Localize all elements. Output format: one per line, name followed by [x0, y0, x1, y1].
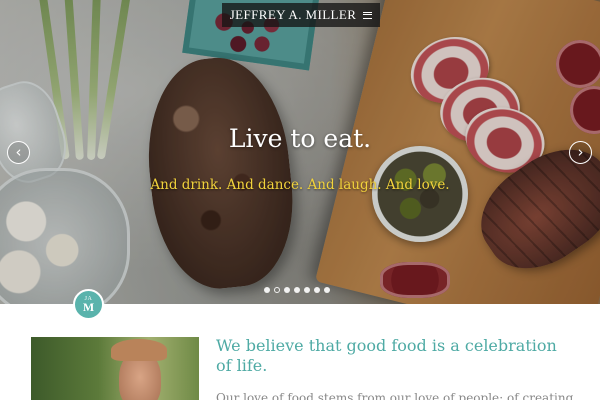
- chevron-right-icon: ›: [577, 143, 584, 161]
- site-logo-badge[interactable]: JA M: [73, 289, 104, 320]
- slider-dot-4[interactable]: [294, 287, 300, 293]
- slider-dot-7[interactable]: [324, 287, 330, 293]
- site-brand-button[interactable]: JEFFREY A. MILLER: [222, 3, 380, 27]
- slider-next-button[interactable]: ›: [569, 141, 592, 164]
- chevron-left-icon: ‹: [15, 143, 22, 161]
- intro-body: Our love of food stems from our love of …: [216, 391, 574, 400]
- hamburger-menu-icon[interactable]: [363, 11, 373, 19]
- slider-dot-5[interactable]: [304, 287, 310, 293]
- slider-dots: [264, 287, 330, 293]
- slider-dot-1[interactable]: [264, 287, 270, 293]
- intro-headline: We believe that good food is a celebrati…: [216, 336, 557, 375]
- hero-title: Live to eat.: [228, 124, 372, 153]
- hero-slider: JEFFREY A. MILLER Live to eat. And drink…: [0, 0, 600, 304]
- slider-dot-6[interactable]: [314, 287, 320, 293]
- logo-initials-bottom: M: [82, 300, 95, 314]
- slider-dot-2[interactable]: [274, 287, 280, 293]
- slider-prev-button[interactable]: ‹: [7, 141, 30, 164]
- slider-dot-3[interactable]: [284, 287, 290, 293]
- hero-subtitle: And drink. And dance. And laugh. And lov…: [150, 177, 450, 193]
- chef-portrait-image: [31, 337, 199, 400]
- brand-name: JEFFREY A. MILLER: [229, 7, 357, 22]
